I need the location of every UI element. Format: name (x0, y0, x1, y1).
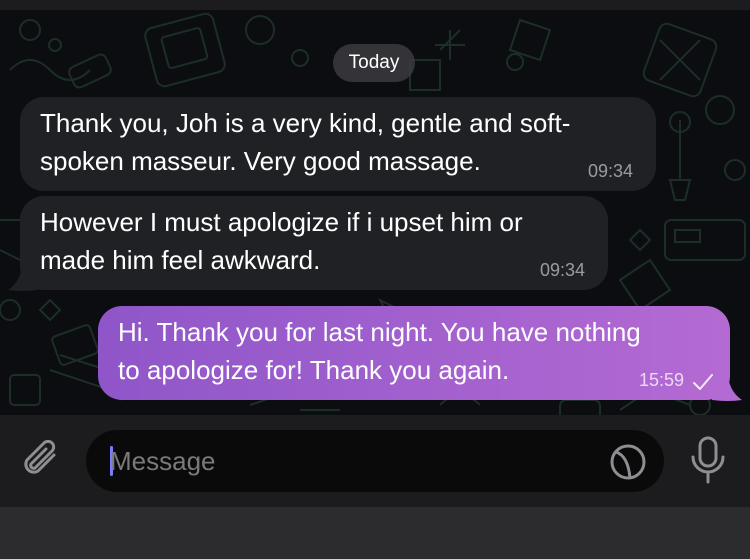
top-bar-edge (0, 0, 750, 10)
microphone-icon[interactable] (686, 435, 730, 485)
incoming-message[interactable]: Thank you, Joh is a very kind, gentle an… (20, 97, 656, 191)
message-input[interactable]: Message (86, 430, 664, 492)
message-time: 15:59 (638, 370, 684, 390)
message-placeholder: Message (110, 446, 216, 476)
message-time: 09:34 (539, 260, 585, 280)
bubble-tail (8, 266, 38, 291)
paperclip-icon[interactable] (18, 435, 66, 483)
keyboard-area (0, 507, 750, 559)
message-composer: Message (0, 415, 750, 507)
bubble-tail (712, 376, 742, 401)
message-text: However I must apologize if i upset him … (40, 207, 523, 275)
outgoing-message[interactable]: Hi. Thank you for last night. You have n… (98, 306, 730, 400)
message-text: Hi. Thank you for last night. You have n… (118, 317, 641, 385)
message-time: 09:34 (587, 161, 633, 181)
chat-area[interactable]: Today Thank you, Joh is a very kind, gen… (0, 10, 750, 415)
incoming-message[interactable]: However I must apologize if i upset him … (20, 196, 608, 290)
date-separator: Today (333, 44, 415, 82)
sticker-icon[interactable] (608, 442, 648, 482)
message-text: Thank you, Joh is a very kind, gentle an… (40, 108, 571, 176)
checkmark-icon (693, 374, 713, 390)
